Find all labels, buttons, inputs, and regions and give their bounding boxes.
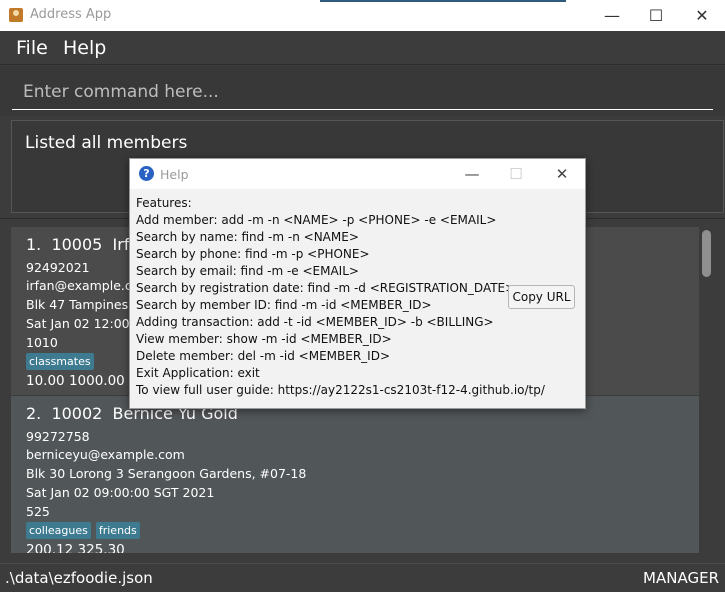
menu-file[interactable]: File: [16, 37, 48, 59]
help-title-bar: ? Help — ☐ ✕: [130, 159, 585, 189]
scrollbar-thumb[interactable]: [702, 230, 711, 277]
member-transactions: 10.00 1000.00: [26, 373, 125, 389]
help-dialog: ? Help — ☐ ✕ Features: Add member: add -…: [129, 158, 586, 409]
minimize-button[interactable]: —: [589, 0, 635, 31]
title-bar-accent: [320, 0, 566, 2]
member-registration-date: Sat Jan 02 09:00:00 SGT 2021: [26, 485, 215, 500]
menu-bar: File Help: [0, 31, 725, 65]
help-line: View member: show -m -id <MEMBER_ID>: [136, 332, 392, 346]
member-index: 2.: [26, 404, 42, 423]
member-phone: 99272758: [26, 429, 90, 444]
maximize-button[interactable]: ☐: [633, 0, 679, 31]
help-line: Search by email: find -m -e <EMAIL>: [136, 264, 359, 278]
help-line: Search by phone: find -m -p <PHONE>: [136, 247, 370, 261]
member-address: Blk 47 Tampines S: [26, 297, 140, 312]
help-line: Search by name: find -m -n <NAME>: [136, 230, 359, 244]
menu-help[interactable]: Help: [63, 37, 106, 59]
tag-badge: colleagues: [26, 522, 91, 539]
member-id: 10002: [51, 404, 103, 423]
member-card[interactable]: 2. 10002 Bernice Yu Gold 99272758 bernic…: [11, 396, 699, 553]
member-points: 525: [26, 504, 50, 519]
copy-url-button[interactable]: Copy URL: [508, 285, 575, 309]
help-content: Features: Add member: add -m -n <NAME> -…: [136, 195, 545, 399]
member-email: irfan@example.co: [26, 278, 140, 293]
tag-badge: friends: [95, 522, 140, 539]
help-line: Search by registration date: find -m -d …: [136, 281, 516, 295]
member-id: 10005: [51, 235, 103, 254]
tag-badge: classmates: [26, 353, 94, 370]
command-input[interactable]: [12, 74, 713, 110]
data-file-path: .\data\ezfoodie.json: [5, 569, 153, 587]
help-line: Delete member: del -m -id <MEMBER_ID>: [136, 349, 390, 363]
help-line: Adding transaction: add -t -id <MEMBER_I…: [136, 315, 494, 329]
result-text: Listed all members: [25, 133, 188, 153]
help-maximize-button[interactable]: ☐: [496, 159, 536, 189]
close-button[interactable]: ✕: [679, 0, 725, 31]
address-book-icon: [9, 8, 23, 22]
help-line: Features:: [136, 196, 192, 210]
help-minimize-button[interactable]: —: [452, 159, 492, 189]
member-tags: colleagues friends: [26, 522, 140, 539]
member-points: 1010: [26, 335, 58, 350]
help-line: To view full user guide: https://ay2122s…: [136, 383, 545, 397]
member-address: Blk 30 Lorong 3 Serangoon Gardens, #07-1…: [26, 466, 307, 481]
help-title: Help: [160, 167, 189, 182]
help-question-icon: ?: [139, 166, 154, 181]
title-bar: Address App — ☐ ✕: [0, 0, 725, 31]
user-role: MANAGER: [643, 569, 719, 587]
member-email: berniceyu@example.com: [26, 447, 185, 462]
help-line: Exit Application: exit: [136, 366, 260, 380]
status-bar: .\data\ezfoodie.json MANAGER: [0, 563, 725, 592]
help-line: Add member: add -m -n <NAME> -p <PHONE> …: [136, 213, 497, 227]
help-line: Search by member ID: find -m -id <MEMBER…: [136, 298, 432, 312]
window-title: Address App: [30, 7, 112, 22]
member-transactions: 200.12 325.30: [26, 542, 125, 553]
help-close-button[interactable]: ✕: [542, 159, 582, 189]
member-index: 1.: [26, 235, 42, 254]
member-phone: 92492021: [26, 260, 90, 275]
member-registration-date: Sat Jan 02 12:00:0: [26, 316, 142, 331]
member-tags: classmates: [26, 353, 94, 370]
